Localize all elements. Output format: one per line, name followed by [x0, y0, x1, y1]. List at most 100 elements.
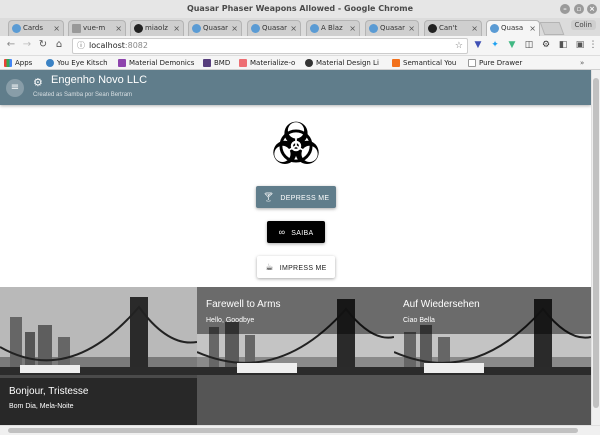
browser-tab[interactable]: miaolz × [130, 20, 184, 36]
apps-grid-icon [4, 59, 12, 67]
browser-tab[interactable]: Quasar × [247, 20, 301, 36]
close-tab-icon[interactable]: × [290, 21, 297, 36]
close-tab-icon[interactable]: × [173, 21, 180, 36]
close-tab-icon[interactable]: × [115, 21, 122, 36]
app-title: Engenho Novo LLC [51, 74, 148, 86]
back-arrow-icon[interactable]: ← [4, 39, 18, 50]
quasar-favicon-icon [369, 24, 378, 33]
horizontal-scrollbar[interactable] [0, 425, 600, 435]
close-tab-icon[interactable]: × [349, 21, 356, 36]
close-tab-icon[interactable]: × [231, 21, 238, 36]
bookmark-star-icon[interactable]: ☆ [455, 39, 463, 53]
extension-puzzle-icon[interactable]: ◧ [558, 40, 568, 51]
card-title: Bonjour, Tristesse [9, 386, 89, 397]
tab-label: Quasa [501, 24, 524, 32]
extension-twitter-icon[interactable]: ✦ [490, 40, 500, 51]
biohazard-icon [273, 121, 319, 164]
bookmark-label: BMD [214, 59, 231, 67]
card-caption-overlay [394, 287, 591, 334]
card-subtitle: Ciao Bella [403, 317, 435, 324]
home-icon[interactable]: ⌂ [52, 39, 66, 50]
info-icon[interactable]: ⓘ [77, 39, 85, 53]
extension-reader-icon[interactable]: ▣ [575, 40, 585, 51]
tab-label: Quasar [262, 24, 288, 32]
chrome-menu-icon[interactable]: ⋮ [588, 40, 598, 51]
bookmark-apps[interactable]: Apps [4, 56, 32, 70]
bookmark-label: You Eye Kitsch [57, 59, 108, 67]
materialize-icon [239, 59, 247, 67]
material-design-lite-icon [305, 59, 313, 67]
app-toolbar: ≡ ⚙ Engenho Novo LLC Created as Samba po… [0, 70, 591, 105]
extension-cast-icon[interactable]: ◫ [524, 40, 534, 51]
cocktail-icon: 🍸︎ [262, 192, 275, 202]
menu-icon[interactable]: ≡ [6, 79, 24, 97]
card-title: Auf Wiedersehen [403, 299, 480, 310]
browser-tab[interactable]: Cards × [8, 20, 64, 36]
tab-label: Quasar [203, 24, 229, 32]
bookmark-item[interactable]: Material Demonics [118, 56, 194, 70]
tab-label: Cards [23, 24, 44, 32]
bookmark-item[interactable]: BMD [203, 56, 230, 70]
card-farewell[interactable]: Farewell to Arms Hello, Goodbye [197, 287, 394, 425]
close-window-icon[interactable]: × [587, 4, 597, 14]
address-bar[interactable]: ⓘ localhost:8082 ☆ [72, 38, 468, 54]
browser-tab[interactable]: Quasar × [365, 20, 419, 36]
app-subtitle: Created as Samba por Sean Bertram [33, 92, 133, 98]
address-host: localhost [89, 41, 125, 50]
button-label: Depress Me [280, 195, 330, 202]
bookmarks-overflow-icon[interactable]: » [580, 56, 584, 70]
bookmark-item[interactable]: Materialize-o [239, 56, 295, 70]
impress-me-button[interactable]: ☕︎ Impress Me [257, 256, 335, 278]
profile-button[interactable]: Colin [570, 20, 596, 30]
window-title: Quasar Phaser Weapons Allowed - Google C… [186, 4, 414, 13]
page-icon [468, 59, 476, 67]
gears-icon: ⚙ [33, 76, 43, 89]
scrollbar-thumb[interactable] [8, 428, 578, 433]
close-tab-icon[interactable]: × [53, 21, 60, 36]
tab-strip: Cards × vue-m × miaolz × Quasar × Quasar × A … [0, 18, 600, 36]
vue-logo-icon [46, 59, 54, 67]
bookmark-item[interactable]: Semantical You [392, 56, 456, 70]
button-label: Impress Me [279, 265, 327, 272]
forward-arrow-icon[interactable]: → [20, 39, 34, 50]
browser-tab-active[interactable]: Quasa × [486, 20, 540, 36]
bookmarks-bar: Apps You Eye Kitsch Material Demonics BM… [0, 56, 600, 70]
github-favicon-icon [134, 24, 143, 33]
depress-me-button[interactable]: 🍸︎ Depress Me [256, 186, 336, 208]
card-row: Bonjour, Tristesse Bom Dia, Mela-Noite F… [0, 287, 591, 425]
browser-tab[interactable]: Can't × [424, 20, 482, 36]
card-caption-overlay [197, 287, 394, 334]
quasar-favicon-icon [192, 24, 201, 33]
minimize-icon[interactable]: – [560, 4, 570, 14]
window-titlebar: Quasar Phaser Weapons Allowed - Google C… [0, 0, 600, 18]
new-tab-button[interactable] [539, 22, 565, 35]
vertical-scrollbar[interactable] [591, 70, 600, 425]
saiba-button[interactable]: ∞ Saiba [267, 221, 325, 243]
card-bonjour[interactable]: Bonjour, Tristesse Bom Dia, Mela-Noite [0, 287, 197, 425]
close-tab-icon[interactable]: × [529, 21, 536, 36]
bookmark-label: Materialize-o [250, 59, 296, 67]
browser-tab[interactable]: vue-m × [68, 20, 126, 36]
card-auf-wiedersehen[interactable]: Auf Wiedersehen Ciao Bella [394, 287, 591, 425]
bootstrap-icon [203, 59, 211, 67]
close-tab-icon[interactable]: × [408, 21, 415, 36]
browser-tab[interactable]: A Blaz × [306, 20, 360, 36]
quasar-favicon-icon [490, 24, 499, 33]
bookmark-item[interactable]: You Eye Kitsch [46, 56, 108, 70]
extension-vue-icon[interactable]: ▼ [507, 40, 517, 51]
tab-label: miaolz [145, 24, 168, 32]
tab-label: A Blaz [321, 24, 343, 32]
bookmark-label: Material Design Li [316, 59, 379, 67]
extension-vue-devtools-icon[interactable]: ▼ [473, 40, 483, 51]
address-port: :8082 [124, 41, 148, 50]
maximize-icon[interactable]: ▫ [574, 4, 584, 14]
bookmark-item[interactable]: Material Design Li [305, 56, 379, 70]
bookmark-item[interactable]: Pure Drawer [468, 56, 522, 70]
reload-icon[interactable]: ↻ [36, 39, 50, 50]
close-tab-icon[interactable]: × [471, 21, 478, 36]
browser-tab[interactable]: Quasar × [188, 20, 242, 36]
bookmark-label: Semantical You [403, 59, 457, 67]
extension-gear-icon[interactable]: ⚙ [541, 40, 551, 51]
page-viewport: ≡ ⚙ Engenho Novo LLC Created as Samba po… [0, 70, 591, 425]
scrollbar-thumb[interactable] [593, 78, 599, 408]
